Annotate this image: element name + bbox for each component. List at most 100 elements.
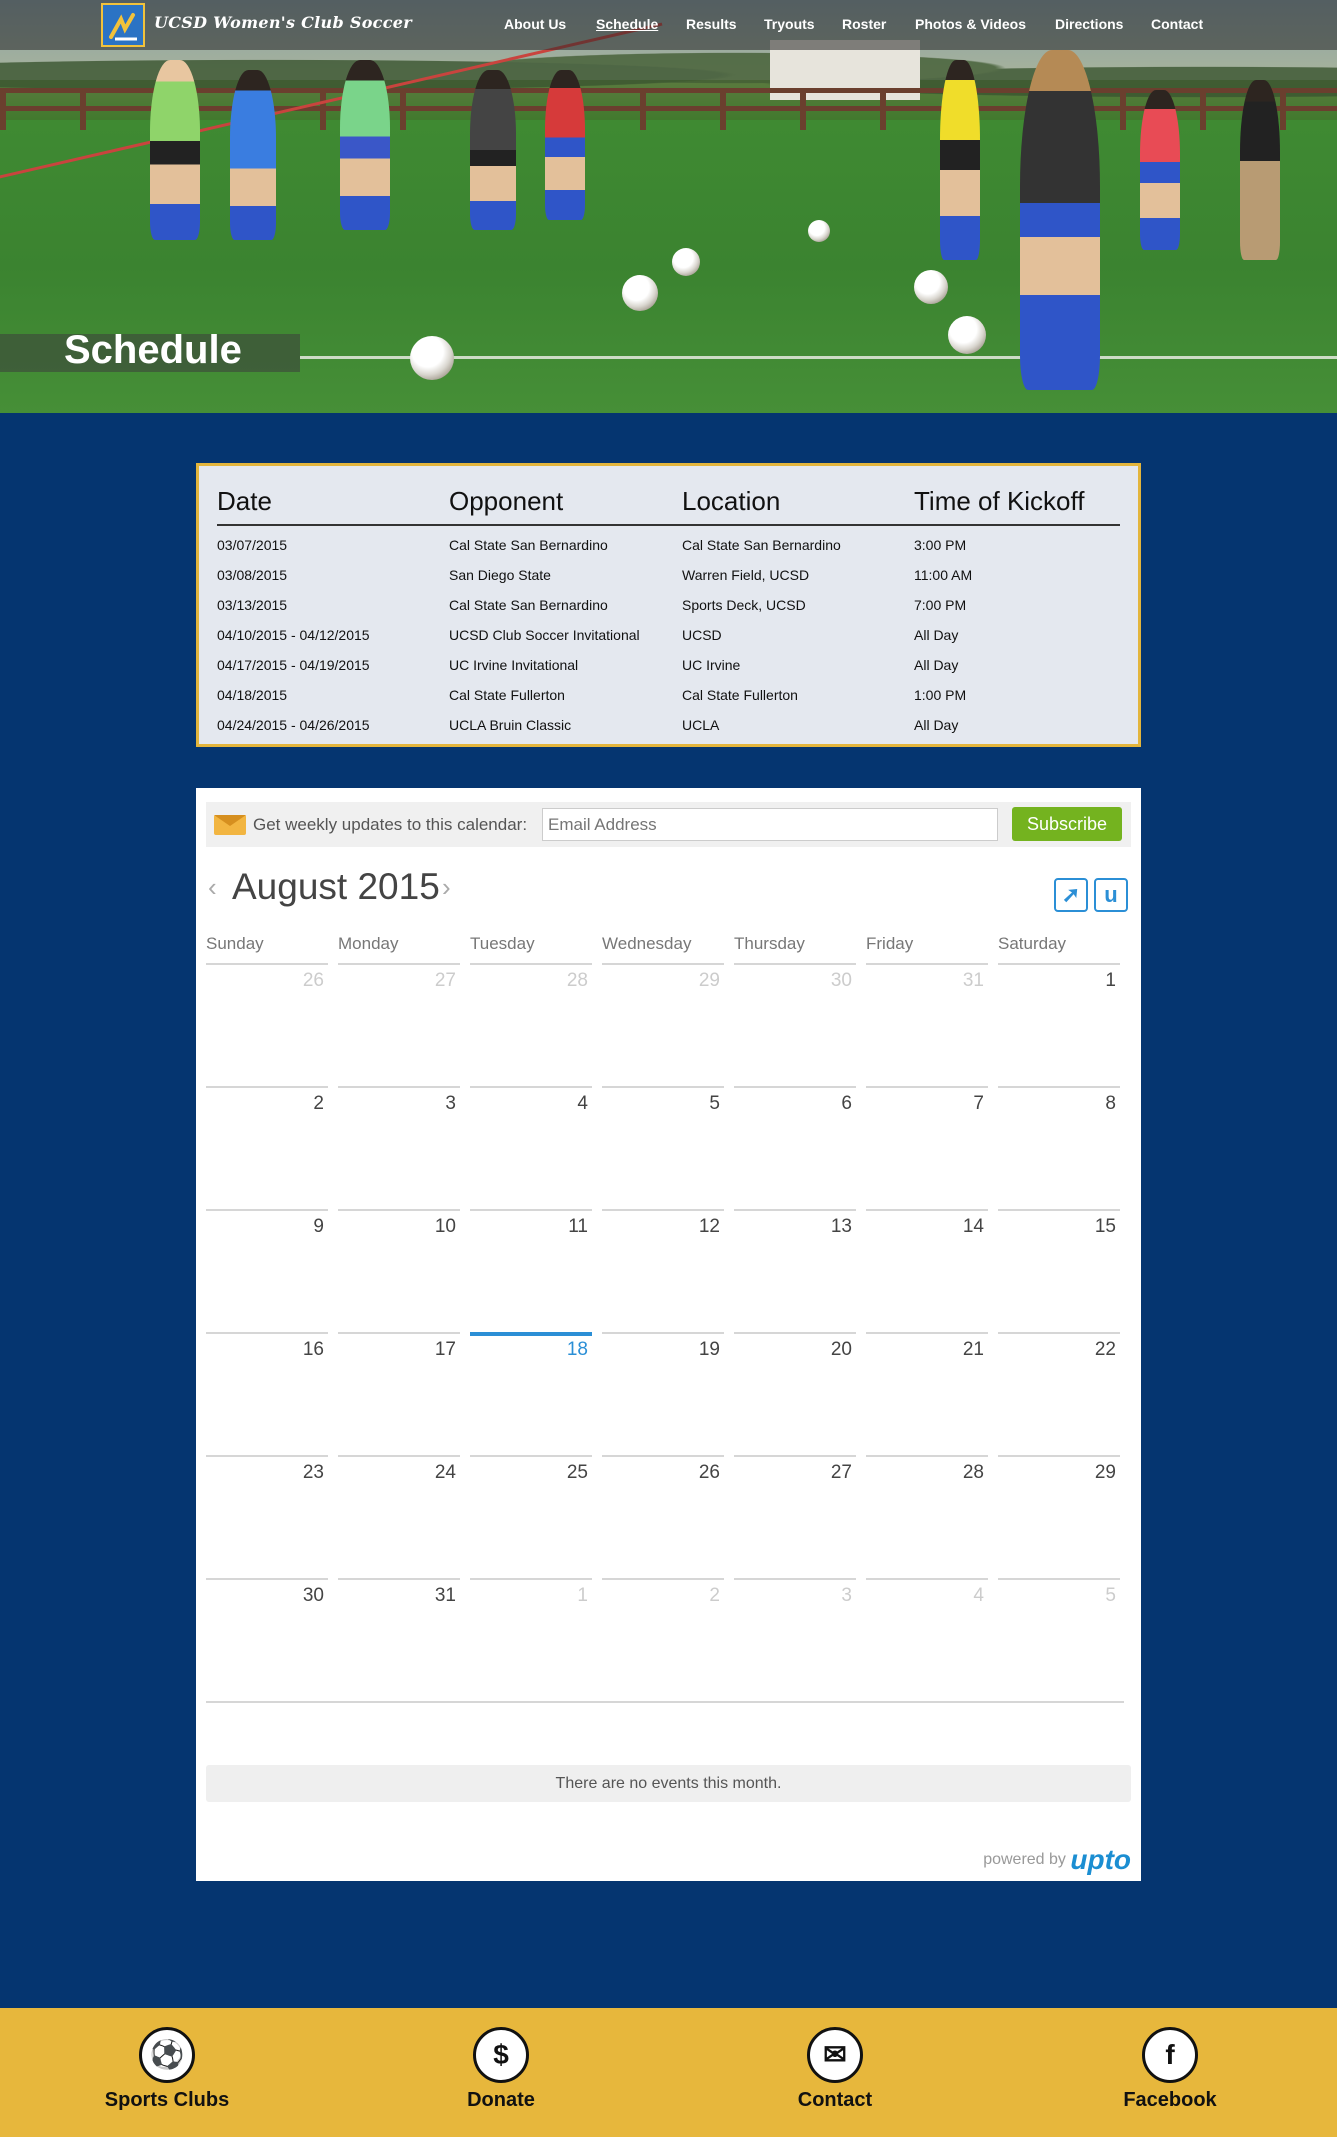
calendar-day-cell[interactable]: 14 [866, 1209, 988, 1329]
calendar-day-cell[interactable]: 3 [338, 1086, 460, 1206]
footer-label[interactable]: Contact [735, 2089, 935, 2112]
nav-about-us[interactable]: About Us [504, 16, 566, 32]
day-number: 23 [302, 1462, 324, 1483]
calendar-day-cell[interactable]: 15 [998, 1209, 1120, 1329]
calendar-day-cell[interactable]: 23 [206, 1455, 328, 1575]
day-number: 28 [566, 970, 588, 991]
powered-by[interactable]: powered by upto [983, 1844, 1131, 1876]
calendar-day-cell[interactable]: 26 [206, 963, 328, 1083]
chevron-left-icon[interactable]: ‹ [208, 872, 217, 903]
calendar-day-cell[interactable]: 4 [470, 1086, 592, 1206]
calendar-day-cell[interactable]: 12 [602, 1209, 724, 1329]
club-name[interactable]: UCSD Women's Club Soccer [154, 13, 412, 32]
upto-logo[interactable]: upto [1070, 1844, 1131, 1875]
nav-tryouts[interactable]: Tryouts [764, 16, 815, 32]
cell-kickoff: 7:00 PM [914, 597, 967, 613]
day-number: 1 [577, 1585, 588, 1606]
subscribe-label: Get weekly updates to this calendar: [253, 815, 528, 834]
calendar-day-cell[interactable]: 24 [338, 1455, 460, 1575]
calendar-day-cell[interactable]: 5 [998, 1578, 1120, 1698]
soccer-ball-icon[interactable]: ⚽ [139, 2027, 195, 2083]
dollar-icon[interactable]: $ [473, 2027, 529, 2083]
nav-directions[interactable]: Directions [1055, 16, 1123, 32]
cell-date: 03/07/2015 [217, 537, 288, 553]
footer-label[interactable]: Facebook [1070, 2089, 1270, 2112]
footer-donate[interactable]: $ Donate [401, 2008, 601, 2112]
chevron-right-icon[interactable]: › [442, 872, 451, 903]
calendar-day-cell[interactable]: 2 [206, 1086, 328, 1206]
calendar-day-cell[interactable]: 8 [998, 1086, 1120, 1206]
footer-label[interactable]: Sports Clubs [67, 2089, 267, 2112]
facebook-icon[interactable]: f [1142, 2027, 1198, 2083]
calendar-day-cell[interactable]: 11 [470, 1209, 592, 1329]
upto-icon[interactable]: u [1094, 878, 1128, 912]
day-number: 3 [841, 1585, 852, 1606]
soccer-ball-glyph: ⚽ [149, 2039, 185, 2070]
calendar-day-cell[interactable]: 22 [998, 1332, 1120, 1452]
cell-date: 04/24/2015 - 04/26/2015 [217, 717, 370, 733]
day-number: 30 [302, 1585, 324, 1606]
schedule-table: Date Opponent Location Time of Kickoff 0… [217, 484, 1120, 740]
calendar-day-cell[interactable]: 31 [338, 1578, 460, 1698]
schedule-table-panel: Date Opponent Location Time of Kickoff 0… [196, 463, 1141, 747]
day-number: 8 [1105, 1093, 1116, 1114]
calendar-day-cell[interactable]: 3 [734, 1578, 856, 1698]
nav-photos-videos[interactable]: Photos & Videos [915, 16, 1026, 32]
calendar-day-cell[interactable]: 31 [866, 963, 988, 1083]
cell-location: UC Irvine [682, 657, 741, 673]
nav-schedule[interactable]: Schedule [596, 16, 658, 32]
footer-sports-clubs[interactable]: ⚽ Sports Clubs [67, 2008, 267, 2112]
calendar-day-cell[interactable]: 30 [734, 963, 856, 1083]
day-number: 17 [434, 1339, 456, 1360]
footer-label[interactable]: Donate [401, 2089, 601, 2112]
share-icon[interactable]: ➚ [1054, 878, 1088, 912]
day-number: 22 [1094, 1339, 1116, 1360]
club-logo-icon[interactable] [101, 3, 145, 47]
envelope-icon[interactable]: ✉ [807, 2027, 863, 2083]
calendar-day-cell[interactable]: 28 [470, 963, 592, 1083]
nav-roster[interactable]: Roster [842, 16, 886, 32]
nav-results[interactable]: Results [686, 16, 737, 32]
calendar-day-cell[interactable]: 18 [470, 1332, 592, 1452]
calendar-day-cell[interactable]: 25 [470, 1455, 592, 1575]
calendar-day-cell[interactable]: 10 [338, 1209, 460, 1329]
footer-facebook[interactable]: f Facebook [1070, 2008, 1270, 2112]
calendar-day-cell[interactable]: 21 [866, 1332, 988, 1452]
calendar-day-cell[interactable]: 29 [998, 1455, 1120, 1575]
player-figure [1240, 80, 1280, 260]
day-number: 2 [709, 1585, 720, 1606]
day-number: 5 [1105, 1585, 1116, 1606]
day-number: 29 [698, 970, 720, 991]
envelope-glyph: ✉ [823, 2039, 847, 2070]
calendar-bottom-border [206, 1701, 1124, 1703]
calendar-day-cell[interactable]: 26 [602, 1455, 724, 1575]
nav-contact[interactable]: Contact [1151, 16, 1203, 32]
calendar-day-cell[interactable]: 2 [602, 1578, 724, 1698]
calendar-day-cell[interactable]: 16 [206, 1332, 328, 1452]
calendar-day-cell[interactable]: 20 [734, 1332, 856, 1452]
no-events-message: There are no events this month. [206, 1765, 1131, 1802]
calendar-day-cell[interactable]: 29 [602, 963, 724, 1083]
calendar-day-cell[interactable]: 1 [470, 1578, 592, 1698]
calendar-day-cell[interactable]: 13 [734, 1209, 856, 1329]
calendar-day-cell[interactable]: 30 [206, 1578, 328, 1698]
weekday-header: Wednesday [602, 934, 692, 953]
calendar-day-cell[interactable]: 6 [734, 1086, 856, 1206]
day-number: 7 [973, 1093, 984, 1114]
footer-contact[interactable]: ✉ Contact [735, 2008, 935, 2112]
calendar-day-cell[interactable]: 4 [866, 1578, 988, 1698]
calendar-day-cell[interactable]: 9 [206, 1209, 328, 1329]
day-number: 13 [830, 1216, 852, 1237]
cell-location: Cal State Fullerton [682, 687, 798, 703]
calendar-day-cell[interactable]: 7 [866, 1086, 988, 1206]
calendar-day-cell[interactable]: 17 [338, 1332, 460, 1452]
table-row: 04/24/2015 - 04/26/2015 UCLA Bruin Classi… [217, 710, 1120, 740]
calendar-day-cell[interactable]: 27 [734, 1455, 856, 1575]
subscribe-button[interactable]: Subscribe [1012, 807, 1122, 841]
email-field[interactable] [542, 808, 998, 841]
calendar-day-cell[interactable]: 28 [866, 1455, 988, 1575]
calendar-day-cell[interactable]: 19 [602, 1332, 724, 1452]
calendar-day-cell[interactable]: 5 [602, 1086, 724, 1206]
calendar-day-cell[interactable]: 27 [338, 963, 460, 1083]
calendar-day-cell[interactable]: 1 [998, 963, 1120, 1083]
